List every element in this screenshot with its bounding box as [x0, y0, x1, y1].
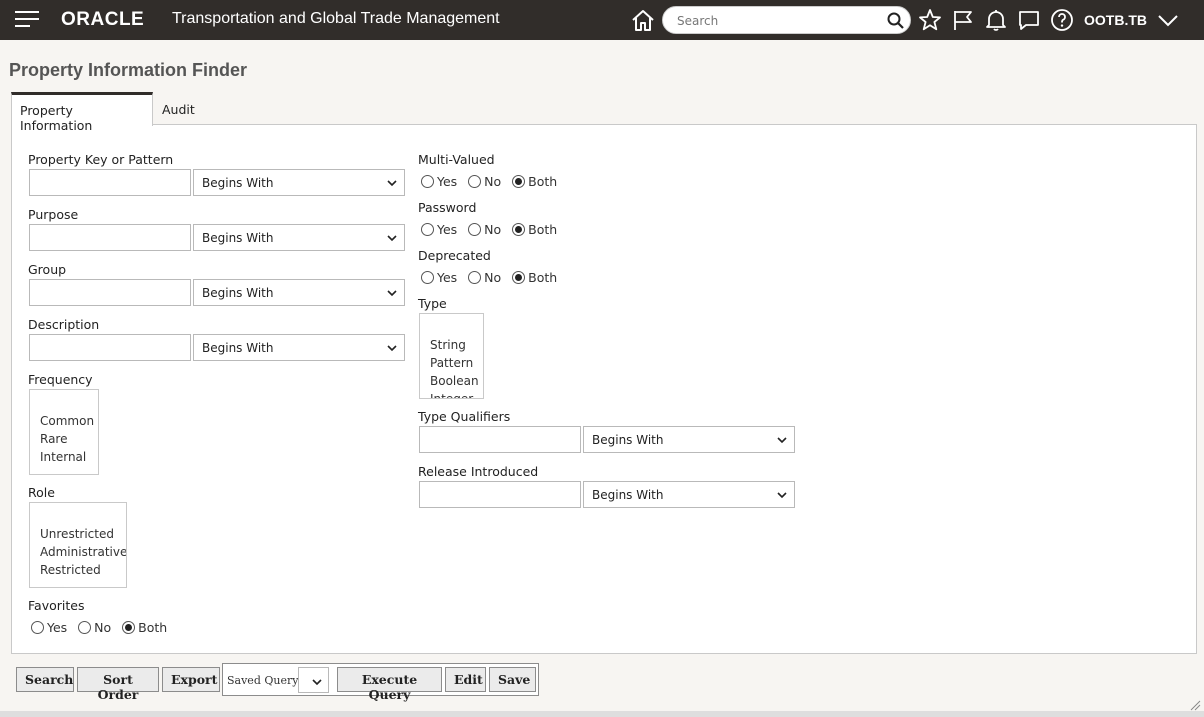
deprecated-label: Deprecated [418, 248, 491, 263]
app-title: Transportation and Global Trade Manageme… [172, 10, 500, 27]
list-item[interactable]: Integer [430, 390, 483, 398]
list-item[interactable]: Administrative [40, 543, 126, 561]
search-icon[interactable] [886, 11, 906, 31]
flag-icon[interactable] [950, 7, 976, 33]
chevron-down-icon [387, 290, 397, 297]
page-title: Property Information Finder [9, 60, 248, 80]
group-input[interactable] [29, 279, 191, 306]
property-key-operator-select[interactable]: Begins With [193, 169, 405, 196]
tab-property-information[interactable]: Property Information [11, 92, 153, 133]
group-label: Group [28, 262, 67, 277]
resize-grip-icon[interactable] [1189, 699, 1201, 711]
role-listbox[interactable]: Unrestricted Administrative Restricted [29, 502, 127, 588]
sort-order-button[interactable]: Sort Order [77, 667, 159, 702]
search-button[interactable]: Search [16, 667, 74, 692]
list-item[interactable]: Rare [40, 430, 98, 448]
deprecated-both-radio[interactable]: Both [512, 270, 557, 285]
role-label: Role [28, 485, 55, 500]
multi-valued-radio-group: Yes No Both [421, 173, 564, 189]
chevron-down-icon [387, 180, 397, 187]
favorites-label: Favorites [28, 598, 85, 613]
multi-valued-both-radio[interactable]: Both [512, 174, 557, 189]
chevron-down-icon [312, 679, 322, 686]
group-operator-value: Begins With [202, 286, 274, 300]
favorites-yes-radio[interactable]: Yes [31, 620, 67, 635]
saved-query-select[interactable] [298, 667, 329, 693]
release-introduced-operator-value: Begins With [592, 488, 664, 502]
multi-valued-no-radio[interactable]: No [468, 174, 501, 189]
release-introduced-input[interactable] [419, 481, 581, 508]
save-button[interactable]: Save [489, 667, 536, 692]
purpose-operator-value: Begins With [202, 231, 274, 245]
tab-audit[interactable]: Audit [154, 92, 203, 125]
export-button[interactable]: Export [162, 667, 220, 692]
list-item[interactable]: Internal [40, 448, 98, 466]
type-qualifiers-label: Type Qualifiers [418, 409, 511, 424]
frequency-label: Frequency [28, 372, 93, 387]
property-key-input[interactable] [29, 169, 191, 196]
description-input[interactable] [29, 334, 191, 361]
frequency-listbox[interactable]: Common Rare Internal [29, 389, 99, 475]
list-item[interactable]: Boolean [430, 372, 483, 390]
list-item[interactable]: Restricted [40, 561, 126, 579]
deprecated-no-radio[interactable]: No [468, 270, 501, 285]
type-listbox[interactable]: String Pattern Boolean Integer [419, 313, 484, 399]
description-operator-select[interactable]: Begins With [193, 334, 405, 361]
password-radio-group: Yes No Both [421, 221, 564, 237]
list-item[interactable]: Pattern [430, 354, 483, 372]
edit-button[interactable]: Edit [445, 667, 486, 692]
chevron-down-icon [777, 492, 787, 499]
home-icon[interactable] [630, 7, 656, 33]
password-yes-radio[interactable]: Yes [421, 222, 457, 237]
release-introduced-label: Release Introduced [418, 464, 539, 479]
type-qualifiers-operator-select[interactable]: Begins With [583, 426, 795, 453]
oracle-logo[interactable]: ORACLE [61, 9, 144, 31]
password-no-radio[interactable]: No [468, 222, 501, 237]
multi-valued-yes-radio[interactable]: Yes [421, 174, 457, 189]
favorites-star-icon[interactable] [917, 7, 943, 33]
type-qualifiers-operator-value: Begins With [592, 433, 664, 447]
menu-icon[interactable] [15, 11, 39, 29]
execute-query-button[interactable]: Execute Query [337, 667, 442, 702]
chevron-down-icon [387, 345, 397, 352]
favorites-both-radio[interactable]: Both [122, 620, 167, 635]
user-name[interactable]: OOTB.TB [1084, 12, 1147, 28]
global-search-input[interactable] [675, 11, 880, 30]
chevron-down-icon [777, 437, 787, 444]
property-key-operator-value: Begins With [202, 176, 274, 190]
messages-icon[interactable] [1016, 7, 1042, 33]
favorites-radio-group: Yes No Both [31, 619, 174, 635]
type-label: Type [418, 296, 447, 311]
password-label: Password [418, 200, 477, 215]
property-key-label: Property Key or Pattern [28, 152, 174, 167]
list-item[interactable]: String [430, 336, 483, 354]
bottom-strip [0, 711, 1204, 717]
favorites-no-radio[interactable]: No [78, 620, 111, 635]
description-label: Description [28, 317, 100, 332]
user-menu-chevron-icon[interactable] [1155, 7, 1181, 33]
form-panel [11, 124, 1197, 654]
password-both-radio[interactable]: Both [512, 222, 557, 237]
deprecated-radio-group: Yes No Both [421, 269, 564, 285]
list-item[interactable]: Common [40, 412, 98, 430]
release-introduced-operator-select[interactable]: Begins With [583, 481, 795, 508]
list-item[interactable]: Unrestricted [40, 525, 126, 543]
global-search [662, 6, 911, 34]
help-icon[interactable] [1049, 7, 1075, 33]
saved-query-label: Saved Query: [227, 674, 303, 687]
type-qualifiers-input[interactable] [419, 426, 581, 453]
purpose-label: Purpose [28, 207, 79, 222]
notifications-bell-icon[interactable] [983, 7, 1009, 33]
group-operator-select[interactable]: Begins With [193, 279, 405, 306]
description-operator-value: Begins With [202, 341, 274, 355]
deprecated-yes-radio[interactable]: Yes [421, 270, 457, 285]
chevron-down-icon [387, 235, 397, 242]
purpose-input[interactable] [29, 224, 191, 251]
top-bar: ORACLE Transportation and Global Trade M… [0, 0, 1204, 40]
multi-valued-label: Multi-Valued [418, 152, 495, 167]
purpose-operator-select[interactable]: Begins With [193, 224, 405, 251]
